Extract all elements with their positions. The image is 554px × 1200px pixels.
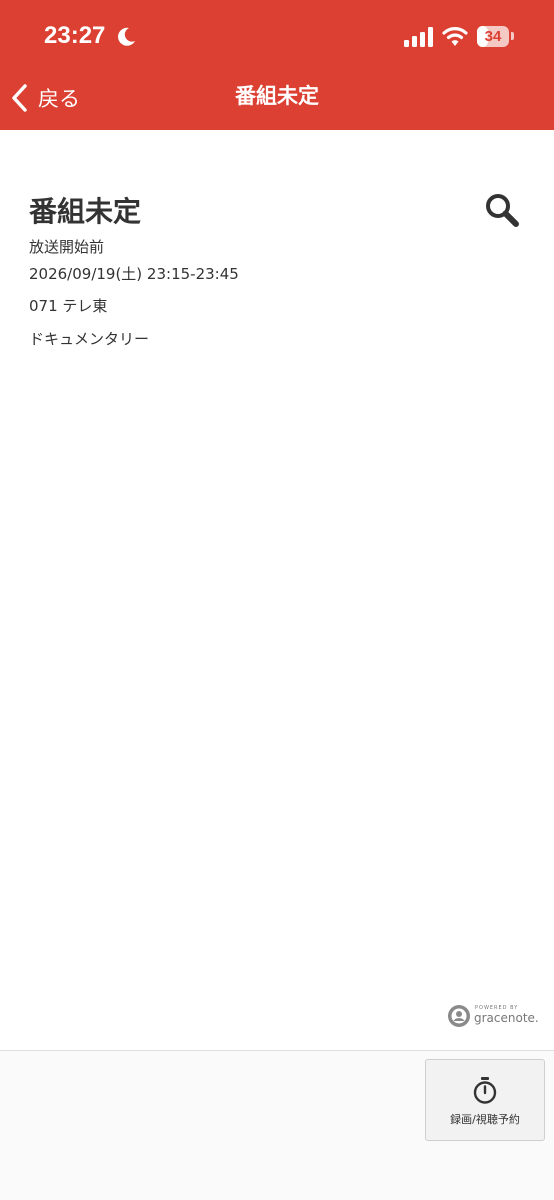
record-reservation-button[interactable]: 録画/視聴予約 — [425, 1059, 545, 1141]
gracenote-logo-icon — [448, 1005, 470, 1027]
program-genre: ドキュメンタリー — [29, 330, 150, 348]
record-reservation-label: 録画/視聴予約 — [450, 1113, 520, 1126]
broadcast-datetime: 2026/09/19(土) 23:15-23:45 — [29, 265, 239, 283]
wifi-icon — [442, 27, 468, 46]
search-icon — [486, 194, 519, 227]
search-button[interactable] — [484, 192, 520, 232]
moon-icon — [118, 27, 135, 46]
battery-tip — [511, 32, 514, 40]
broadcast-status: 放送開始前 — [29, 238, 105, 256]
signal-icon — [404, 27, 433, 47]
status-time: 23:27 — [44, 22, 106, 49]
battery-percentage: 34 — [484, 28, 502, 45]
gracenote-wordmark: gracenote. — [474, 1011, 539, 1025]
channel-name: 071 テレ東 — [29, 297, 108, 315]
battery-icon: 34 — [477, 26, 509, 47]
gracenote-credit: POWERED BY gracenote. — [447, 1003, 539, 1029]
nav-title: 番組未定 — [235, 84, 319, 108]
timer-icon — [473, 1077, 497, 1104]
program-title: 番組未定 — [29, 195, 142, 228]
header-bar: 23:27 34 戻る 番組未定 — [0, 0, 554, 130]
